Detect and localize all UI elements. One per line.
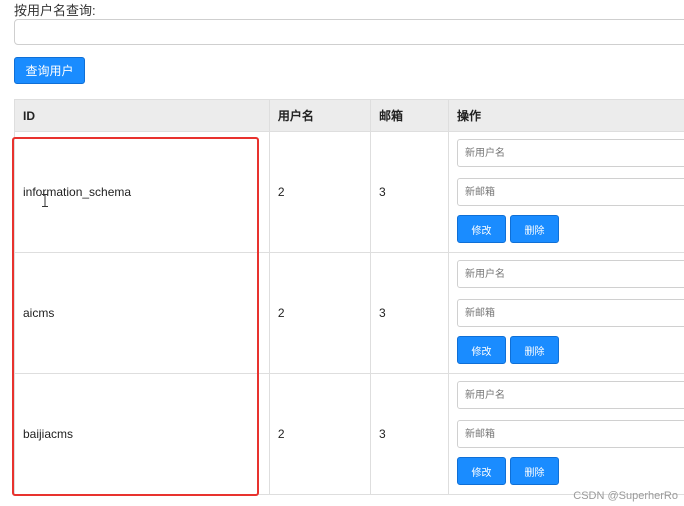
user-table: ID 用户名 邮箱 操作 information_schema 2 3 修改 删…	[14, 99, 684, 495]
cell-id: baijiacms	[14, 373, 270, 495]
cell-id: information_schema	[14, 131, 270, 253]
text-cursor-icon	[42, 194, 48, 207]
edit-button[interactable]: 修改	[456, 457, 506, 485]
new-email-input[interactable]	[456, 178, 684, 206]
cell-username: 2	[268, 131, 371, 253]
new-username-input[interactable]	[456, 139, 684, 167]
header-username: 用户名	[268, 99, 371, 132]
header-email: 邮箱	[369, 99, 449, 132]
cell-username: 2	[268, 373, 371, 495]
cell-actions: 修改 删除	[447, 252, 684, 374]
new-email-input[interactable]	[456, 299, 684, 327]
header-id: ID	[14, 99, 270, 132]
table-header-row: ID 用户名 邮箱 操作	[14, 99, 684, 132]
cell-email: 3	[369, 131, 449, 253]
table-row: baijiacms 2 3 修改 删除	[14, 373, 684, 495]
delete-button[interactable]: 删除	[509, 336, 559, 364]
delete-button[interactable]: 删除	[509, 457, 559, 485]
cell-actions: 修改 删除	[447, 373, 684, 495]
cell-actions: 修改 删除	[447, 131, 684, 253]
new-username-input[interactable]	[456, 260, 684, 288]
cell-email: 3	[369, 252, 449, 374]
table-row: aicms 2 3 修改 删除	[14, 252, 684, 374]
edit-button[interactable]: 修改	[456, 336, 506, 364]
new-email-input[interactable]	[456, 420, 684, 448]
edit-button[interactable]: 修改	[456, 215, 506, 243]
delete-button[interactable]: 删除	[509, 215, 559, 243]
cell-email: 3	[369, 373, 449, 495]
cell-username: 2	[268, 252, 371, 374]
query-user-button[interactable]: 查询用户	[14, 57, 85, 84]
search-label: 按用户名查询:	[14, 3, 96, 18]
table-row: information_schema 2 3 修改 删除	[14, 131, 684, 253]
username-search-input[interactable]	[14, 19, 684, 45]
new-username-input[interactable]	[456, 381, 684, 409]
watermark: CSDN @SuperherRo	[573, 490, 678, 502]
cell-id: aicms	[14, 252, 270, 374]
header-actions: 操作	[447, 99, 684, 132]
